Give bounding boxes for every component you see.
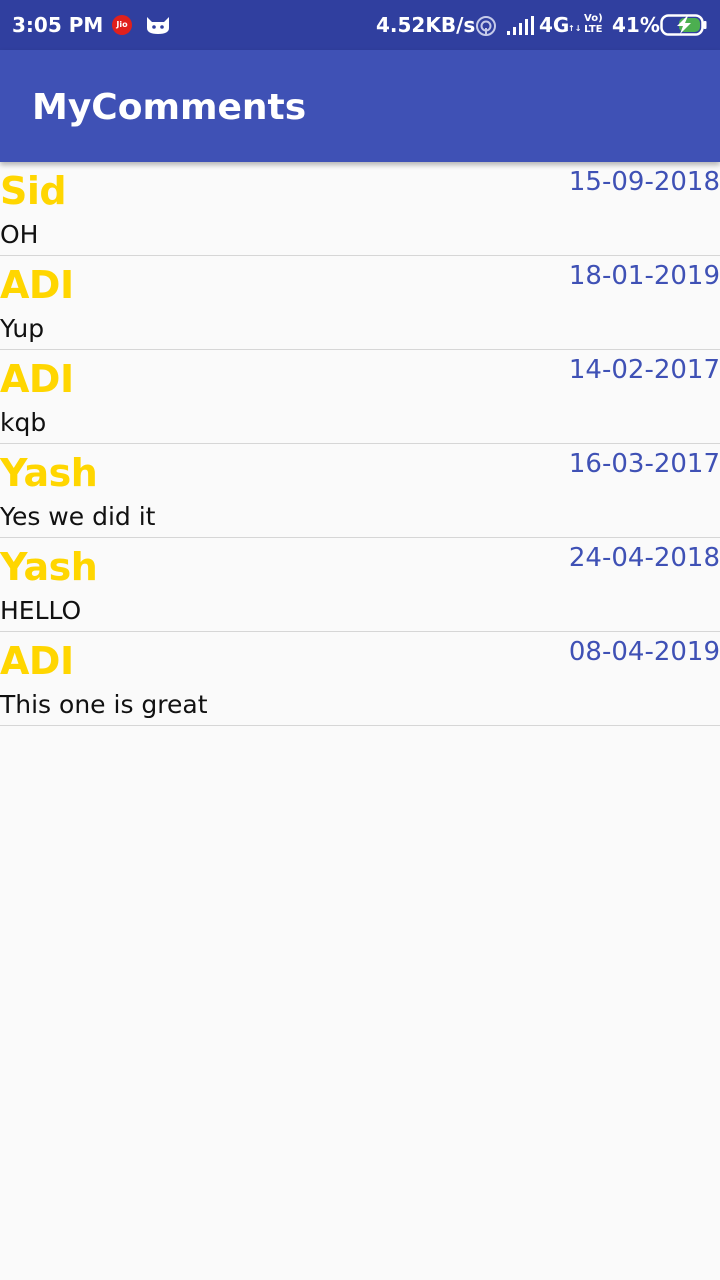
- comment-item[interactable]: ADI 08-04-2019 This one is great: [0, 632, 720, 726]
- comment-text: kqb: [0, 408, 47, 437]
- comment-author: Yash: [0, 545, 98, 589]
- comment-author: Sid: [0, 169, 67, 213]
- net-speed: 4.52KB/s: [376, 13, 476, 37]
- comment-item[interactable]: ADI 14-02-2017 kqb: [0, 350, 720, 444]
- comment-item[interactable]: Yash 16-03-2017 Yes we did it: [0, 444, 720, 538]
- comment-text: Yup: [0, 314, 45, 343]
- network-type: 4G: [539, 13, 570, 37]
- comment-author: Yash: [0, 451, 98, 495]
- signal-icon: [506, 16, 534, 41]
- comment-item[interactable]: ADI 18-01-2019 Yup: [0, 256, 720, 350]
- comment-item[interactable]: Sid 15-09-2018 OH: [0, 162, 720, 256]
- comment-date: 14-02-2017: [568, 355, 720, 385]
- app-title: MyComments: [32, 87, 307, 128]
- comment-text: HELLO: [0, 596, 82, 625]
- data-activity-icon: ↑↓: [568, 24, 582, 33]
- battery-percent: 41%: [612, 13, 660, 37]
- comment-date: 18-01-2019: [568, 261, 720, 291]
- comment-date: 15-09-2018: [568, 167, 720, 197]
- app-bar: MyComments: [0, 50, 720, 162]
- comment-date: 24-04-2018: [568, 543, 720, 573]
- comment-list: Sid 15-09-2018 OH ADI 18-01-2019 Yup ADI…: [0, 162, 720, 726]
- comment-item[interactable]: Yash 24-04-2018 HELLO: [0, 538, 720, 632]
- battery-charging-icon: [660, 14, 708, 41]
- comment-date: 16-03-2017: [568, 449, 720, 479]
- hotspot-icon: [474, 14, 498, 43]
- volte-line1: Vo): [584, 13, 603, 24]
- comment-author: ADI: [0, 263, 74, 307]
- comment-text: This one is great: [0, 690, 208, 719]
- cat-notification-icon: [145, 14, 171, 41]
- volte-line2: LTE: [584, 24, 603, 35]
- volte-icon: Vo) LTE: [584, 13, 603, 35]
- status-time: 3:05 PM: [12, 13, 104, 37]
- status-bar: 3:05 PM Jio 4.52KB/s 4G ↑↓ Vo) LTE 41%: [0, 0, 720, 50]
- comment-text: Yes we did it: [0, 502, 156, 531]
- comment-text: OH: [0, 220, 39, 249]
- comment-author: ADI: [0, 357, 74, 401]
- comment-author: ADI: [0, 639, 74, 683]
- comment-date: 08-04-2019: [568, 637, 720, 667]
- jio-icon: Jio: [112, 15, 132, 35]
